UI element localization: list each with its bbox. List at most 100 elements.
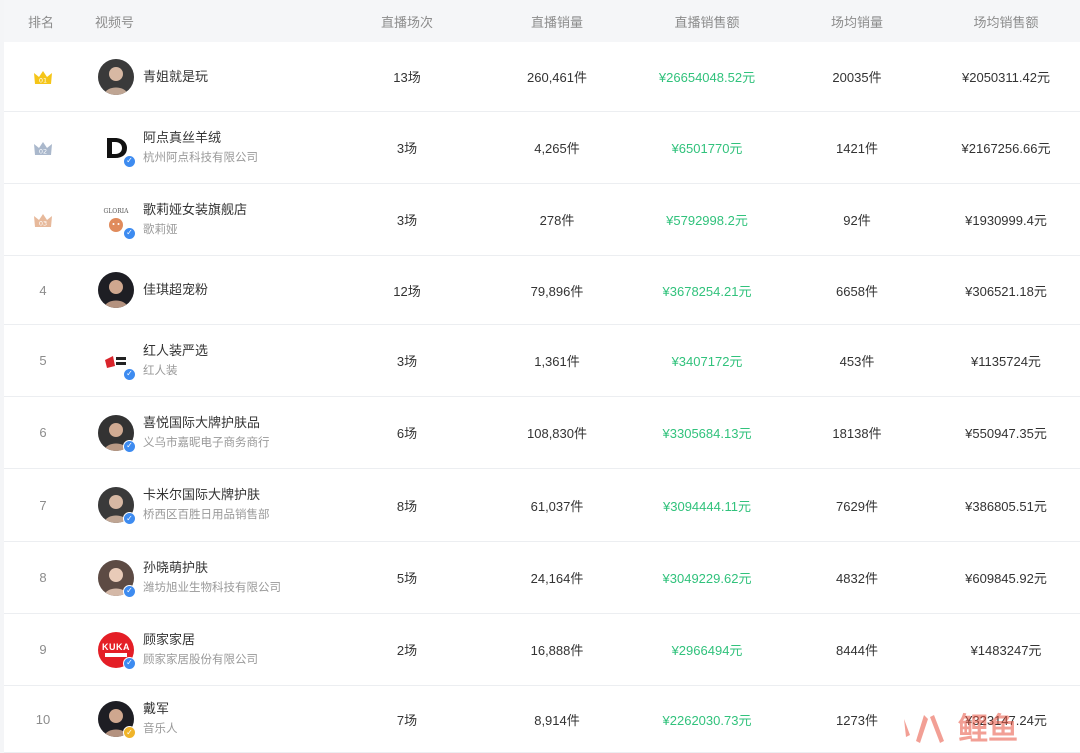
- rank-number: 8: [39, 570, 47, 585]
- account-name[interactable]: 喜悦国际大牌护肤品: [143, 414, 270, 432]
- avg-sales-cell: 453件: [839, 354, 875, 369]
- account-name[interactable]: 戴军: [143, 700, 178, 718]
- account-names: 顾家家居 顾家家居股份有限公司: [143, 631, 258, 669]
- verified-badge-icon: ✓: [123, 367, 136, 381]
- person-avatar-icon[interactable]: ✓: [98, 559, 136, 598]
- avg-sales-cell: 6658件: [836, 283, 878, 299]
- rank-medal-bronze-icon: 03: [4, 212, 82, 228]
- header-rank[interactable]: 排名: [4, 12, 82, 31]
- d-logo-icon[interactable]: ✓: [98, 129, 136, 168]
- account-cell[interactable]: ✓ 红人装严选 红人装: [82, 342, 332, 381]
- account-names: 歌莉娅女装旗舰店歌莉娅: [143, 201, 247, 239]
- account-cell[interactable]: ✓ 喜悦国际大牌护肤品义乌市嘉昵电子商务商行: [82, 414, 332, 453]
- ranking-table: 排名 视频号 直播场次 直播销量 直播销售额 场均销量 场均销售额 01 青姐就是…: [4, 0, 1080, 753]
- gloria-logo-icon[interactable]: GLORIA ✓: [98, 201, 136, 240]
- account-cell[interactable]: ✓ 卡米尔国际大牌护肤桥西区百胜日用品销售部: [82, 486, 332, 525]
- header-sessions[interactable]: 直播场次: [332, 12, 482, 31]
- verified-badge-icon: ✓: [123, 656, 136, 670]
- verified-badge-icon: ✓: [123, 584, 136, 598]
- header-sales[interactable]: 直播销量: [482, 12, 632, 31]
- person-avatar-icon[interactable]: [98, 272, 134, 308]
- table-row[interactable]: 7 ✓ 卡米尔国际大牌护肤桥西区百胜日用品销售部 8场 61,037件 ¥3094444.…: [4, 469, 1080, 542]
- avg-revenue-cell: ¥323147.24元: [965, 712, 1047, 728]
- sessions-cell: 13场: [393, 70, 421, 85]
- revenue-cell: ¥3094444.11元: [663, 498, 751, 514]
- verified-badge-icon: ✓: [123, 154, 136, 168]
- person-avatar-icon[interactable]: ✓: [98, 701, 136, 739]
- header-avg-sales[interactable]: 场均销量: [782, 12, 932, 31]
- sales-cell: 61,037件: [530, 498, 584, 514]
- rank-number: 7: [39, 497, 47, 513]
- sessions-cell: 8场: [396, 498, 418, 514]
- avg-revenue-cell: ¥386805.51元: [965, 498, 1047, 514]
- table-row[interactable]: 8 ✓ 孙晓萌护肤 潍坊旭业生物科技有限公司 5场 24,164件 ¥3049229.62元…: [4, 542, 1080, 614]
- rank-medal-gold-icon: 01: [4, 69, 82, 85]
- avg-revenue-cell: ¥306521.18元: [965, 283, 1047, 299]
- table-row[interactable]: 02 ✓ 阿点真丝羊绒 杭州阿点科技有限公司 3场 4,265件 ¥6501770元 1421…: [4, 112, 1080, 184]
- sessions-cell: 7场: [396, 712, 418, 728]
- verified-badge-icon: ✓: [123, 439, 136, 453]
- hongrenzhuang-logo-icon[interactable]: ✓: [98, 342, 136, 381]
- avg-sales-cell: 20035件: [832, 70, 882, 85]
- table-row[interactable]: 4 佳琪超宠粉 12场 79,896件 ¥3678254.21元 6658件 ¥306521…: [4, 256, 1080, 325]
- account-name[interactable]: 孙晓萌护肤: [143, 559, 281, 577]
- person-avatar-icon[interactable]: ✓: [98, 414, 136, 453]
- sales-cell: 4,265件: [534, 141, 580, 156]
- account-names: 阿点真丝羊绒 杭州阿点科技有限公司: [143, 129, 258, 167]
- account-name[interactable]: 佳琪超宠粉: [143, 281, 208, 299]
- sessions-cell: 6场: [396, 426, 418, 441]
- sales-cell: 278件: [539, 213, 575, 228]
- account-name[interactable]: 歌莉娅女装旗舰店: [143, 201, 247, 219]
- account-name[interactable]: 红人装严选: [143, 342, 208, 360]
- account-cell[interactable]: ✓ 孙晓萌护肤潍坊旭业生物科技有限公司: [82, 559, 332, 598]
- rank-number: 5: [39, 353, 47, 368]
- account-company: 义乌市嘉昵电子商务商行: [143, 436, 270, 449]
- kuka-logo-icon[interactable]: KUKA ✓: [98, 631, 136, 670]
- table-row[interactable]: 6 ✓ 喜悦国际大牌护肤品 义乌市嘉昵电子商务商行 6场 108,830件 ¥3305684…: [4, 397, 1080, 469]
- avg-sales-cell: 18138件: [832, 426, 882, 441]
- rank-number: 10: [35, 711, 51, 727]
- account-cell[interactable]: ✓ 戴军音乐人: [82, 700, 332, 739]
- avg-sales-cell: 4832件: [836, 571, 878, 586]
- header-revenue[interactable]: 直播销售额: [632, 12, 782, 31]
- avg-revenue-cell: ¥2050311.42元: [962, 70, 1050, 85]
- sessions-cell: 12场: [393, 283, 421, 299]
- account-cell[interactable]: GLORIA ✓ 歌莉娅女装旗舰店 歌莉娅: [82, 201, 332, 240]
- account-names: 佳琪超宠粉: [143, 281, 208, 299]
- table-row[interactable]: 5 ✓ 红人装严选 红人装 3场 1,361件 ¥3407172元 453件 ¥1135724元: [4, 325, 1080, 397]
- account-names: 卡米尔国际大牌护肤桥西区百胜日用品销售部: [143, 486, 270, 524]
- sessions-cell: 2场: [396, 643, 418, 658]
- account-company: 桥西区百胜日用品销售部: [143, 509, 270, 521]
- table-row[interactable]: 10 ✓ 戴军 音乐人 7场 8,914件 ¥2262030.73元 1273件 ¥323147…: [4, 686, 1080, 753]
- sales-cell: 8,914件: [534, 712, 580, 728]
- account-cell[interactable]: 佳琪超宠粉: [82, 272, 332, 308]
- table-row[interactable]: 01 青姐就是玩 13场 260,461件 ¥26654048.52元 20035件 ¥20…: [4, 42, 1080, 112]
- account-company: 歌莉娅: [143, 223, 178, 236]
- avg-sales-cell: 8444件: [836, 643, 878, 658]
- verified-badge-icon: ✓: [123, 512, 136, 525]
- sessions-cell: 3场: [396, 141, 418, 156]
- avg-revenue-cell: ¥1930999.4元: [965, 213, 1047, 228]
- account-name[interactable]: 阿点真丝羊绒: [143, 129, 258, 147]
- table-row[interactable]: 03 GLORIA ✓ 歌莉娅女装旗舰店 歌莉娅 3场 278件 ¥5792998.2元 92件…: [4, 184, 1080, 256]
- person-avatar-icon[interactable]: ✓: [98, 487, 136, 525]
- header-avg-revenue[interactable]: 场均销售额: [932, 12, 1080, 31]
- table-row[interactable]: 9 KUKA ✓ 顾家家居 顾家家居股份有限公司 2场 16,888件 ¥2966494元 84…: [4, 614, 1080, 686]
- avg-revenue-cell: ¥1135724元: [971, 354, 1041, 369]
- avg-sales-cell: 1273件: [836, 712, 878, 728]
- account-name[interactable]: 青姐就是玩: [143, 68, 208, 86]
- account-cell[interactable]: 青姐就是玩: [82, 58, 332, 95]
- avg-revenue-cell: ¥609845.92元: [965, 571, 1047, 586]
- account-cell[interactable]: KUKA ✓ 顾家家居 顾家家居股份有限公司: [82, 631, 332, 670]
- person-avatar-icon[interactable]: [98, 58, 134, 95]
- account-name[interactable]: 顾家家居: [143, 631, 258, 649]
- sales-cell: 16,888件: [530, 643, 584, 658]
- account-company: 音乐人: [143, 723, 178, 735]
- header-account[interactable]: 视频号: [82, 12, 332, 31]
- account-names: 青姐就是玩: [143, 68, 208, 86]
- account-cell[interactable]: ✓ 阿点真丝羊绒 杭州阿点科技有限公司: [82, 129, 332, 168]
- account-name[interactable]: 卡米尔国际大牌护肤: [143, 486, 270, 504]
- account-company: 潍坊旭业生物科技有限公司: [143, 581, 281, 594]
- table-body: 01 青姐就是玩 13场 260,461件 ¥26654048.52元 20035件 ¥20…: [4, 42, 1080, 753]
- sales-cell: 108,830件: [527, 426, 587, 441]
